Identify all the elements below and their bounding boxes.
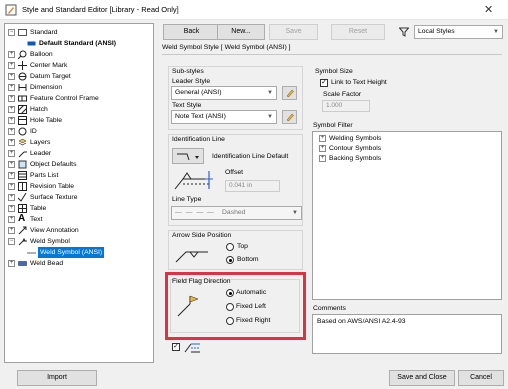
style-filter-select[interactable]: Local Styles ▼ (414, 25, 503, 39)
arrow-side-bottom-label: Bottom (237, 256, 259, 263)
style-tree[interactable]: − Standard Default Standard (ANSI) + Bal… (4, 23, 154, 363)
datum-target-icon (18, 72, 27, 81)
page-title: Weld Symbol Style [ Weld Symbol (ANSI) ] (162, 44, 291, 51)
divider (162, 54, 502, 55)
dashed-line-icon: — — — — (175, 209, 215, 216)
symbol-filter-label: Symbol Filter (313, 122, 353, 129)
back-button[interactable]: Back (163, 24, 220, 40)
pencil-icon (286, 89, 294, 98)
link-text-height-checkbox[interactable]: ✓ (320, 79, 328, 87)
leader-icon (18, 151, 27, 158)
identification-line-default: Identification Line Default (212, 153, 289, 160)
chevron-down-icon: ▼ (267, 90, 273, 96)
app-icon (5, 4, 17, 16)
weld-symbol-icon (18, 237, 27, 246)
scale-factor-label: Scale Factor (323, 91, 362, 98)
hatch-icon (18, 105, 27, 114)
scale-factor-input[interactable]: 1.000 (322, 100, 370, 112)
pencil-icon (286, 113, 294, 122)
balloon-icon (18, 50, 27, 59)
leader-style-label: Leader Style (172, 78, 211, 85)
object-defaults-icon (18, 160, 27, 169)
arrow-side-bottom-radio[interactable] (226, 256, 234, 264)
edit-leader-style-button[interactable] (282, 86, 297, 100)
table-icon (18, 204, 27, 213)
link-text-height-label: Link to Text Height (331, 79, 387, 86)
surface-texture-icon (18, 193, 27, 202)
symbol-filter-tree[interactable]: + Welding Symbols + Contour Symbols + Ba… (312, 131, 502, 300)
chevron-down-icon: ▼ (493, 29, 499, 35)
new-button[interactable]: New... (217, 24, 265, 40)
identification-line-dropdown[interactable] (172, 148, 204, 164)
offset-diagram-icon (174, 171, 213, 190)
close-icon[interactable]: ✕ (484, 3, 493, 16)
feature-control-frame-icon (18, 95, 27, 102)
reset-button[interactable]: Reset (331, 24, 385, 40)
arrow-side-top-radio[interactable] (226, 243, 234, 251)
arrow-side-diagram-icon (175, 251, 208, 263)
title-bar: Style and Standard Editor [Library - Rea… (0, 0, 508, 20)
text-style-label: Text Style (172, 102, 202, 109)
parts-list-icon (18, 171, 27, 180)
comments-textarea[interactable]: Based on AWS/ANSI A2.4-93 (312, 314, 502, 354)
identification-line-icon (177, 153, 199, 161)
import-button[interactable]: Import (17, 370, 97, 386)
substyles-label: Sub-styles (172, 68, 204, 75)
standard-icon (27, 41, 36, 46)
edit-text-style-button[interactable] (282, 110, 297, 124)
chevron-down-icon: ▼ (267, 114, 273, 120)
layers-icon (18, 138, 27, 146)
line-type-label: Line Type (172, 196, 202, 203)
chevron-down-icon: ▼ (292, 210, 298, 216)
window-title: Style and Standard Editor [Library - Rea… (22, 5, 179, 14)
hole-table-icon (18, 116, 27, 125)
style-icon (27, 252, 36, 254)
cancel-button[interactable]: Cancel (458, 370, 504, 386)
symbol-size-label: Symbol Size (315, 68, 353, 75)
line-type-select[interactable]: — — — — Dashed ▼ (171, 206, 302, 220)
weld-bead-icon (18, 261, 27, 266)
preview-checkbox[interactable]: ✓ (172, 343, 180, 351)
dimension-icon (18, 84, 27, 91)
save-and-close-button[interactable]: Save and Close (389, 370, 455, 386)
leader-style-select[interactable]: General (ANSI) ▼ (171, 86, 277, 100)
center-mark-icon (18, 61, 27, 70)
highlight-box (165, 272, 306, 340)
offset-input[interactable]: 0.041 in (225, 180, 280, 192)
comments-label: Comments (313, 305, 346, 312)
arrow-side-top-label: Top (237, 243, 248, 250)
save-button[interactable]: Save (269, 24, 318, 40)
text-icon: A (18, 213, 26, 224)
arrow-side-position-label: Arrow Side Position (172, 232, 232, 239)
weld-preview-icon (184, 343, 200, 353)
identification-line-label: Identification Line (172, 136, 225, 143)
view-annotation-icon (18, 226, 27, 235)
filter-icon (399, 27, 409, 37)
revision-table-icon (18, 182, 27, 191)
standard-icon (18, 29, 27, 36)
id-icon (18, 127, 27, 136)
text-style-select[interactable]: Note Text (ANSI) ▼ (171, 110, 277, 124)
offset-label: Offset (225, 169, 244, 176)
